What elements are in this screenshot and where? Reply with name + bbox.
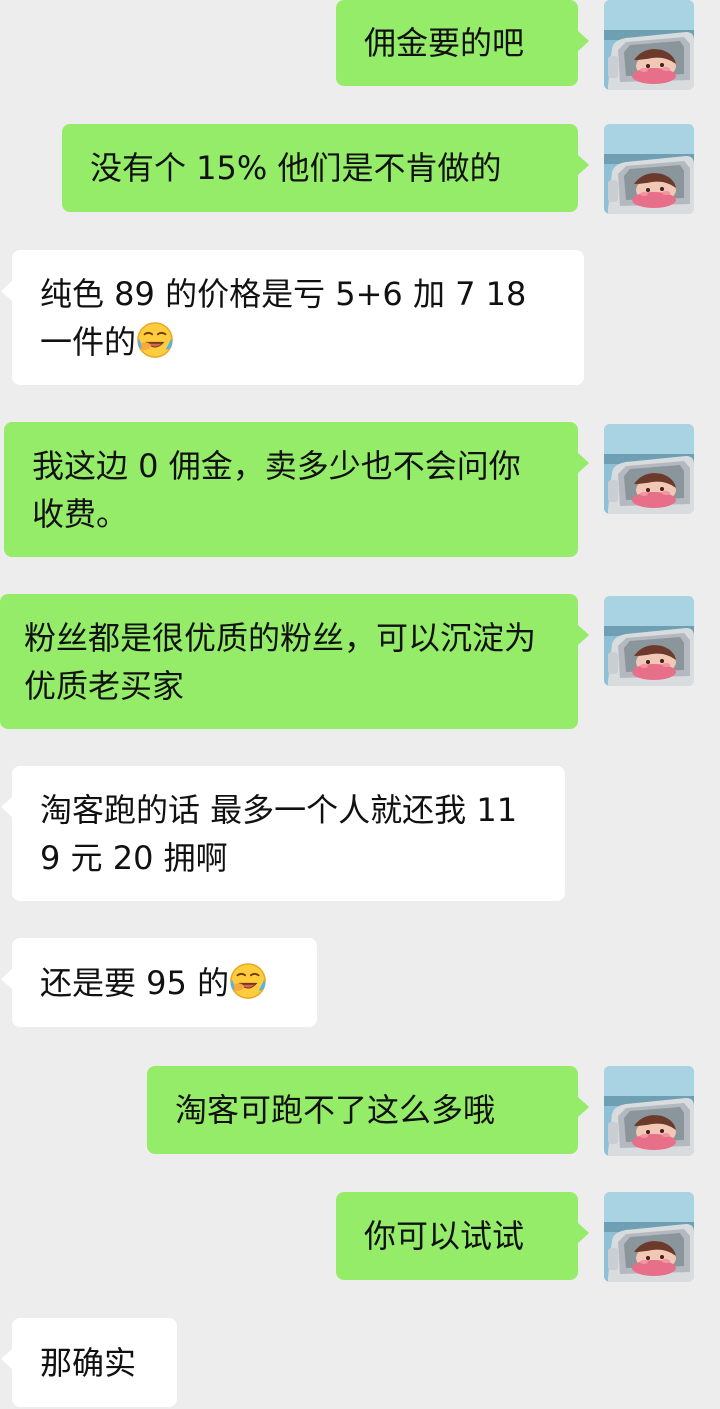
message-bubble-sent[interactable]: 粉丝都是很优质的粉丝，可以沉淀为优质老买家 [0,594,589,729]
message-row: 纯色 89 的价格是亏 5+6 加 7 18 一件的 [0,250,720,386]
message-bubble-sent[interactable]: 佣金要的吧 [336,0,589,86]
message-bubble-received[interactable]: 淘客跑的话 最多一个人就还我 119 元 20 拥啊 [1,766,565,901]
message-content: 还是要 95 的 [40,959,267,1007]
message-text: 那确实 [40,1343,137,1382]
user-avatar-car-girl-icon [604,1066,694,1156]
avatar[interactable] [604,424,694,514]
crying-laughing-emoji-icon [229,962,267,1000]
user-avatar-car-girl-icon [604,1192,694,1282]
message-bubble-received[interactable]: 那确实 [1,1318,177,1407]
message-row: 佣金要的吧 [0,0,720,88]
message-row: 那确实 [0,1318,720,1409]
message-text: 我这边 0 佣金，卖多少也不会问你收费。 [32,446,521,533]
user-avatar-car-girl-icon [604,0,694,90]
message-bubble-sent[interactable]: 淘客可跑不了这么多哦 [147,1066,589,1154]
message-bubble-sent[interactable]: 我这边 0 佣金，卖多少也不会问你收费。 [4,422,589,557]
user-avatar-car-girl-icon [604,596,694,686]
message-bubble-sent[interactable]: 你可以试试 [336,1192,589,1280]
message-bubble-received[interactable]: 还是要 95 的 [1,938,317,1027]
message-row: 没有个 15% 他们是不肯做的 [0,124,720,214]
avatar[interactable] [604,596,694,686]
message-text: 佣金要的吧 [364,24,525,62]
message-text: 还是要 95 的 [40,963,230,1002]
avatar[interactable] [604,1192,694,1282]
avatar[interactable] [604,0,694,90]
message-text: 淘客可跑不了这么多哦 [175,1091,496,1129]
message-row: 粉丝都是很优质的粉丝，可以沉淀为优质老买家 [0,594,720,730]
user-avatar-car-girl-icon [604,424,694,514]
message-text: 没有个 15% 他们是不肯做的 [90,149,502,187]
avatar[interactable] [604,124,694,214]
message-text: 淘客跑的话 最多一个人就还我 119 元 20 拥啊 [40,790,518,877]
message-text: 粉丝都是很优质的粉丝，可以沉淀为优质老买家 [24,618,537,705]
message-text: 纯色 89 的价格是亏 5+6 加 7 18 一件的 [40,274,537,361]
message-content: 纯色 89 的价格是亏 5+6 加 7 18 一件的 [40,270,564,366]
message-row: 淘客跑的话 最多一个人就还我 119 元 20 拥啊 [0,766,720,902]
chat-window[interactable]: 佣金要的吧 没有个 15% 他们是不肯做的 纯色 89 的价格是亏 5+6 加 … [0,0,720,1409]
message-text: 你可以试试 [364,1217,525,1255]
user-avatar-car-girl-icon [604,124,694,214]
crying-laughing-emoji-icon [136,321,174,359]
message-bubble-sent[interactable]: 没有个 15% 他们是不肯做的 [62,124,589,212]
message-row: 还是要 95 的 [0,938,720,1028]
message-bubble-received[interactable]: 纯色 89 的价格是亏 5+6 加 7 18 一件的 [1,250,584,385]
message-row: 我这边 0 佣金，卖多少也不会问你收费。 [0,422,720,558]
message-row: 你可以试试 [0,1192,720,1282]
avatar[interactable] [604,1066,694,1156]
message-row: 淘客可跑不了这么多哦 [0,1066,720,1156]
